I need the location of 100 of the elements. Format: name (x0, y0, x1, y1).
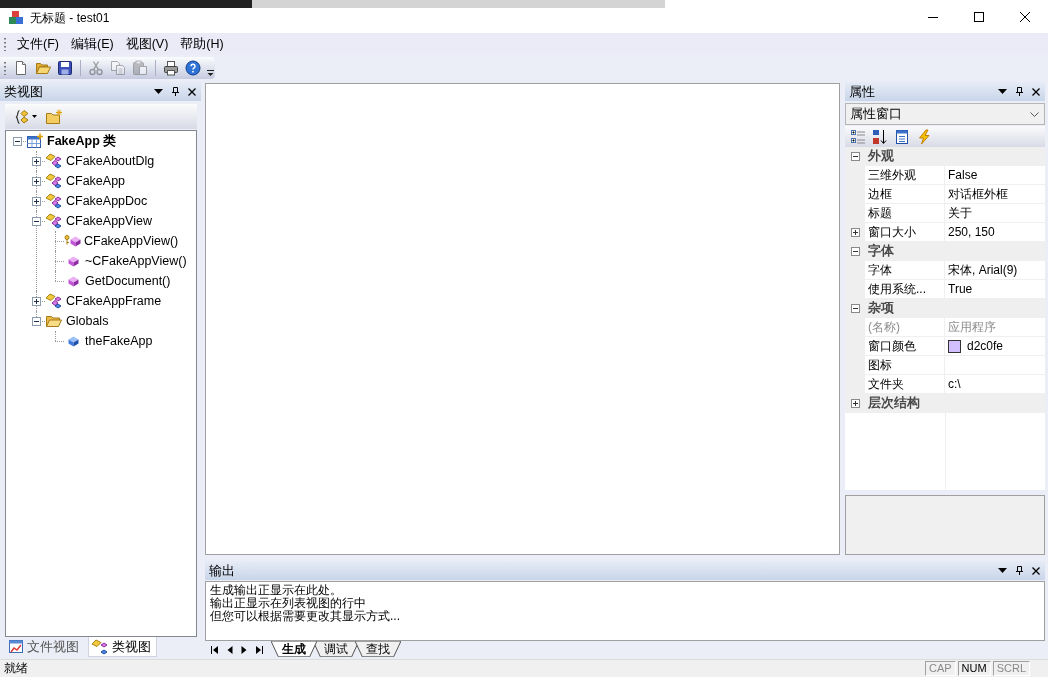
maximize-icon (974, 12, 984, 22)
status-text: 就绪 (4, 660, 28, 677)
category-label: 外观 (867, 148, 895, 165)
property-value[interactable]: False (948, 168, 978, 182)
output-line: 但您可以根据需要更改其显示方式... (210, 610, 400, 623)
variable-icon (68, 335, 79, 347)
output-line: 输出正显示在列表视图的行中 (210, 597, 366, 610)
folder-icon (45, 313, 63, 329)
lightning-icon[interactable] (916, 128, 932, 145)
tab[interactable]: 类视图 (88, 637, 157, 657)
open-folder-icon (35, 60, 51, 76)
minus-box-icon[interactable] (32, 316, 41, 326)
previous-icon[interactable] (227, 646, 233, 654)
property-value[interactable]: d2c0fe (967, 339, 1004, 353)
help-icon (185, 60, 201, 76)
tab[interactable]: 生成 (271, 641, 317, 657)
folder-sparkle-icon[interactable] (45, 108, 63, 125)
minus-box-icon[interactable] (13, 136, 22, 146)
minus-box-icon[interactable] (850, 152, 860, 161)
tree-item[interactable]: CFakeAppView() (84, 233, 179, 249)
pin-icon[interactable] (172, 87, 179, 96)
chevron-down-icon (1030, 111, 1039, 117)
menu-item[interactable]: 帮助(H) (174, 34, 230, 54)
tree-item[interactable]: CFakeApp (66, 173, 126, 189)
brace-diamond-icon[interactable] (15, 108, 29, 125)
plus-box-icon[interactable] (32, 156, 41, 166)
property-name: 图标 (868, 356, 892, 374)
class-icon (45, 173, 63, 189)
tree-item[interactable]: Globals (66, 313, 109, 329)
property-pages-icon[interactable] (894, 128, 910, 145)
tree-item[interactable]: CFakeAboutDlg (66, 153, 155, 169)
copy-pages-icon (110, 60, 126, 76)
project-icon (26, 133, 44, 149)
close-icon[interactable] (1032, 566, 1040, 575)
class-view-icon (91, 638, 109, 655)
property-value[interactable]: 对话框外框 (948, 185, 1008, 203)
object-dropdown[interactable]: 属性窗口 (845, 103, 1045, 125)
menu-item[interactable]: 文件(F) (11, 34, 65, 54)
minus-box-icon[interactable] (32, 216, 41, 226)
property-value[interactable]: 宋体, Arial(9) (948, 261, 1018, 279)
window-title: 无标题 - test01 (30, 10, 110, 26)
first-icon[interactable] (211, 646, 219, 654)
plus-box-icon[interactable] (32, 296, 41, 306)
property-name: 边框 (868, 185, 892, 203)
panel-title: 输出 (209, 561, 236, 580)
dropdown-arrow-icon[interactable] (154, 89, 163, 94)
tree-item[interactable]: theFakeApp (85, 333, 153, 349)
tab[interactable]: 文件视图 (5, 637, 85, 657)
status-indicator: NUM (957, 661, 991, 676)
tab[interactable]: 查找 (355, 641, 401, 657)
property-name: 文件夹 (868, 375, 904, 393)
dropdown-arrow-icon[interactable] (998, 89, 1007, 94)
property-value[interactable]: 250, 150 (948, 225, 995, 239)
property-value[interactable]: True (948, 282, 973, 296)
class-icon (45, 153, 63, 169)
plus-box-icon[interactable] (32, 196, 41, 206)
property-value[interactable]: 关于 (948, 204, 972, 222)
tree-item[interactable]: CFakeAppDoc (66, 193, 148, 209)
property-name: 窗口颜色 (868, 337, 916, 355)
tree-item[interactable]: ~CFakeAppView() (85, 253, 187, 269)
menu-item[interactable]: 编辑(E) (64, 34, 120, 54)
close-icon[interactable] (188, 87, 196, 96)
class-icon (45, 193, 63, 209)
property-name: 三维外观 (868, 166, 916, 184)
property-value[interactable]: c:\ (948, 377, 961, 391)
minus-box-icon[interactable] (850, 247, 860, 256)
last-icon[interactable] (255, 646, 263, 654)
output-line: 生成输出正显示在此处。 (210, 584, 342, 597)
category-label: 层次结构 (867, 395, 921, 412)
sort-icon[interactable] (872, 128, 888, 145)
plus-box-icon[interactable] (850, 228, 860, 237)
dropdown-arrow-icon[interactable] (998, 568, 1007, 573)
close-icon (1020, 12, 1030, 22)
clipboard-icon (132, 60, 148, 76)
tree-item[interactable]: CFakeAppFrame (66, 293, 162, 309)
close-icon[interactable] (1032, 87, 1040, 96)
key-method-icon (64, 235, 81, 247)
property-name: 字体 (868, 261, 892, 279)
property-name: (名称) (868, 318, 900, 336)
toolbar-button[interactable] (182, 58, 204, 78)
pin-icon[interactable] (1016, 87, 1023, 96)
minus-box-icon[interactable] (850, 304, 860, 313)
tree-item[interactable]: GetDocument() (85, 273, 171, 289)
tree-item[interactable]: FakeApp 类 (47, 133, 117, 149)
caret-down-icon[interactable] (32, 115, 37, 118)
plus-box-icon[interactable] (850, 399, 860, 408)
status-indicator: CAP (924, 661, 956, 676)
pin-icon[interactable] (1016, 566, 1023, 575)
next-icon[interactable] (241, 646, 247, 654)
app-icon (8, 10, 24, 26)
panel-title: 属性 (849, 82, 876, 101)
plus-box-icon[interactable] (32, 176, 41, 186)
menu-item[interactable]: 视图(V) (119, 34, 175, 54)
tree-item[interactable]: CFakeAppView (66, 213, 152, 229)
categorized-icon[interactable] (850, 128, 866, 145)
toolbar-overflow-icon[interactable] (207, 69, 214, 77)
panel-title: 类视图 (4, 82, 44, 101)
method-icon (68, 275, 79, 287)
printer-icon (163, 60, 179, 76)
tab[interactable]: 调试 (313, 641, 359, 657)
